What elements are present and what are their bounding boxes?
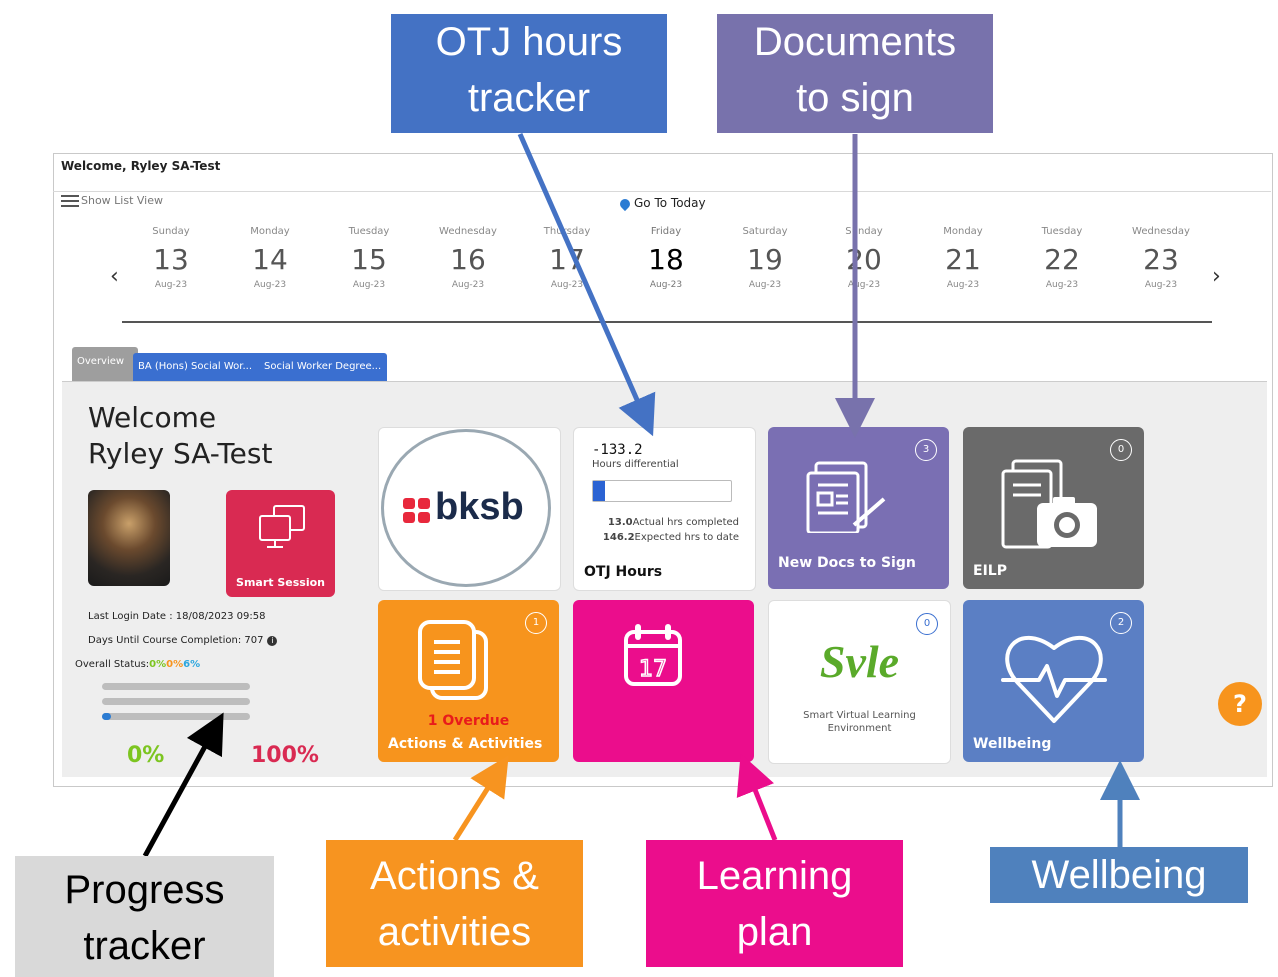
progress-arrow (142, 712, 224, 858)
actions-arrow (452, 755, 509, 842)
progress-callout: Progress tracker (15, 856, 274, 977)
learning-arrow (736, 753, 778, 841)
callout-arrows (142, 132, 1140, 858)
learning-callout: Learning plan (646, 840, 903, 967)
wellbeing-callout: Wellbeing (990, 847, 1248, 903)
otj-arrow (517, 132, 656, 437)
actions-callout: Actions & activities (326, 840, 583, 967)
documents-callout: Documents to sign (717, 14, 993, 133)
otj-callout: OTJ hours tracker (391, 14, 667, 133)
